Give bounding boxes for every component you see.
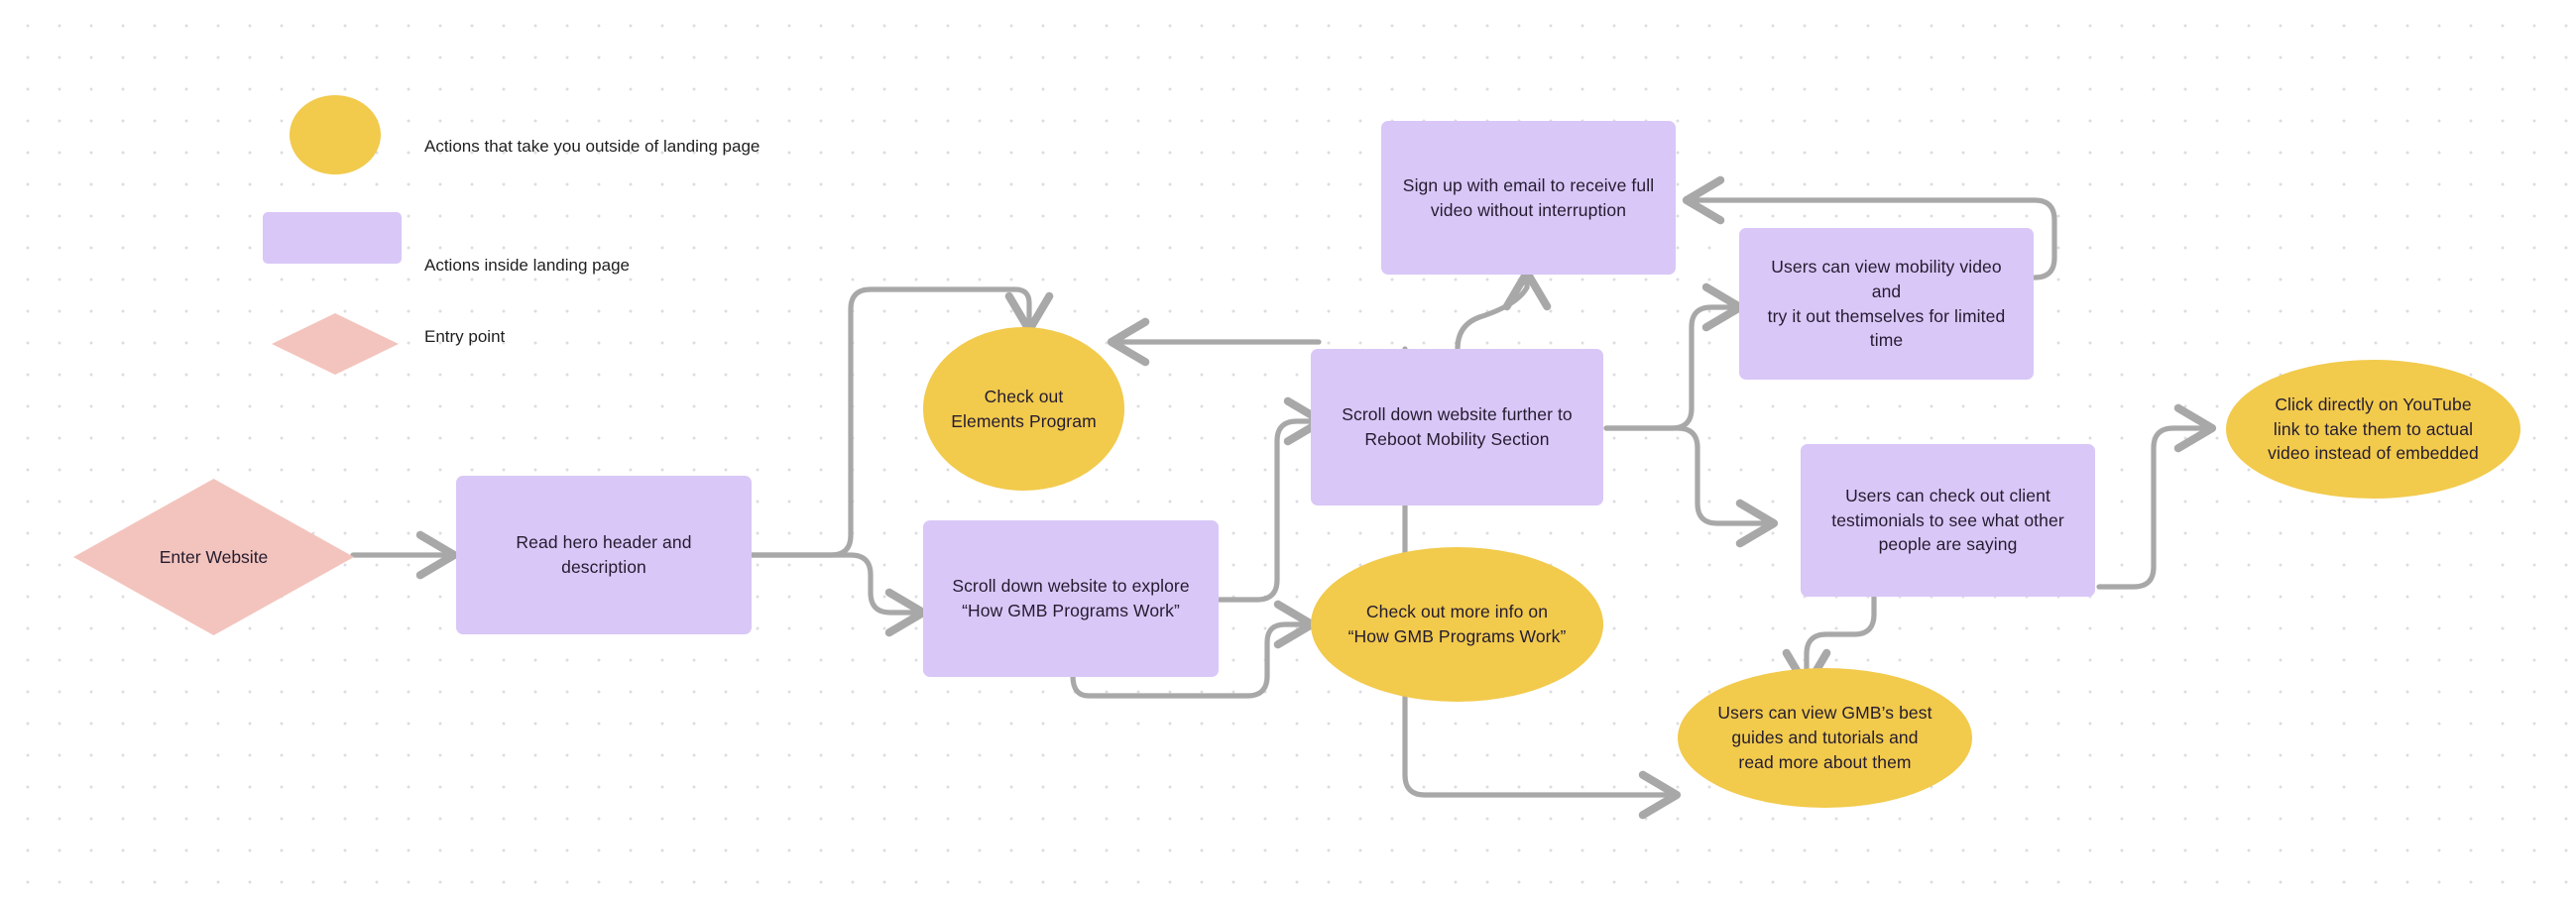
node-check-out-elements-line2: Elements Program <box>951 410 1097 431</box>
legend-label-outside-actions: Actions that take you outside of landing… <box>424 137 761 156</box>
edge-testimonials-to-youtube <box>2096 403 2217 590</box>
node-check-out-more-info-line2: “How GMB Programs Work” <box>1347 626 1567 646</box>
node-scroll-down-explore[interactable]: Scroll down website to explore “How GMB … <box>923 520 1219 677</box>
node-enter-website-label: Enter Website <box>159 546 269 567</box>
edge-scroll-explore-to-reboot <box>1217 396 1327 603</box>
legend-diamond-icon <box>272 313 399 375</box>
node-scroll-down-explore-line1: Scroll down website to explore <box>952 576 1190 597</box>
connector-layer <box>350 175 2217 820</box>
node-sign-up-email[interactable]: Sign up with email to receive full video… <box>1381 121 1676 275</box>
node-gmb-guides-line1: Users can view GMB’s best <box>1717 703 1932 724</box>
node-view-mobility-video[interactable]: Users can view mobility video and try it… <box>1739 228 2034 380</box>
node-gmb-guides-line3: read more about them <box>1738 751 1912 772</box>
flowchart-canvas[interactable]: Actions that take you outside of landing… <box>0 0 2576 898</box>
node-client-testimonials[interactable]: Users can check out client testimonials … <box>1801 444 2095 597</box>
node-client-testimonials-line1: Users can check out client <box>1845 485 2050 505</box>
node-client-testimonials-line2: testimonials to see what other <box>1831 509 2064 530</box>
node-view-mobility-video-line1: Users can view mobility video and <box>1771 256 2002 301</box>
node-click-youtube-line2: link to take them to actual <box>2273 418 2474 439</box>
node-client-testimonials-line3: people are saying <box>1878 534 2018 555</box>
node-click-youtube-line1: Click directly on YouTube <box>2275 393 2472 414</box>
edge-reboot-to-testimonials <box>1603 425 1779 548</box>
node-view-mobility-video-line2: try it out themselves for limited time <box>1767 305 2006 351</box>
node-read-hero-header[interactable]: Read hero header and description <box>456 476 752 634</box>
node-sign-up-email-line2: video without interruption <box>1430 199 1627 220</box>
node-gmb-guides-tutorials[interactable]: Users can view GMB’s best guides and tut… <box>1678 668 1972 808</box>
node-check-out-more-info[interactable]: Check out more info on “How GMB Programs… <box>1311 547 1603 702</box>
node-reboot-mobility-section[interactable]: Scroll down website further to Reboot Mo… <box>1311 349 1603 505</box>
edge-reboot-to-mobility-video <box>1603 282 1745 431</box>
node-reboot-mobility-line1: Scroll down website further to <box>1342 404 1573 425</box>
node-sign-up-email-line1: Sign up with email to receive full <box>1402 174 1655 195</box>
node-check-out-more-info-line1: Check out more info on <box>1365 602 1549 622</box>
edge-reboot-to-signup <box>1455 268 1552 352</box>
node-check-out-elements-program[interactable]: Check out Elements Program <box>923 327 1124 491</box>
legend-rectangle-icon <box>263 212 402 264</box>
node-click-youtube-link[interactable]: Click directly on YouTube link to take t… <box>2226 360 2520 499</box>
legend-label-entry-point: Entry point <box>424 327 506 346</box>
node-reboot-mobility-line2: Reboot Mobility Section <box>1364 429 1550 449</box>
node-gmb-guides-line2: guides and tutorials and <box>1731 728 1919 748</box>
node-read-hero-header-label: Read hero header and description <box>516 532 692 577</box>
node-enter-website[interactable]: Enter Website <box>73 479 354 635</box>
node-check-out-elements-line1: Check out <box>984 386 1064 406</box>
legend-circle-icon <box>290 95 381 174</box>
edge-hero-to-scroll-explore <box>749 552 928 637</box>
node-scroll-down-explore-line2: “How GMB Programs Work” <box>962 601 1180 620</box>
legend-label-inside-actions: Actions inside landing page <box>424 256 630 275</box>
node-click-youtube-line3: video instead of embedded <box>2268 443 2479 464</box>
